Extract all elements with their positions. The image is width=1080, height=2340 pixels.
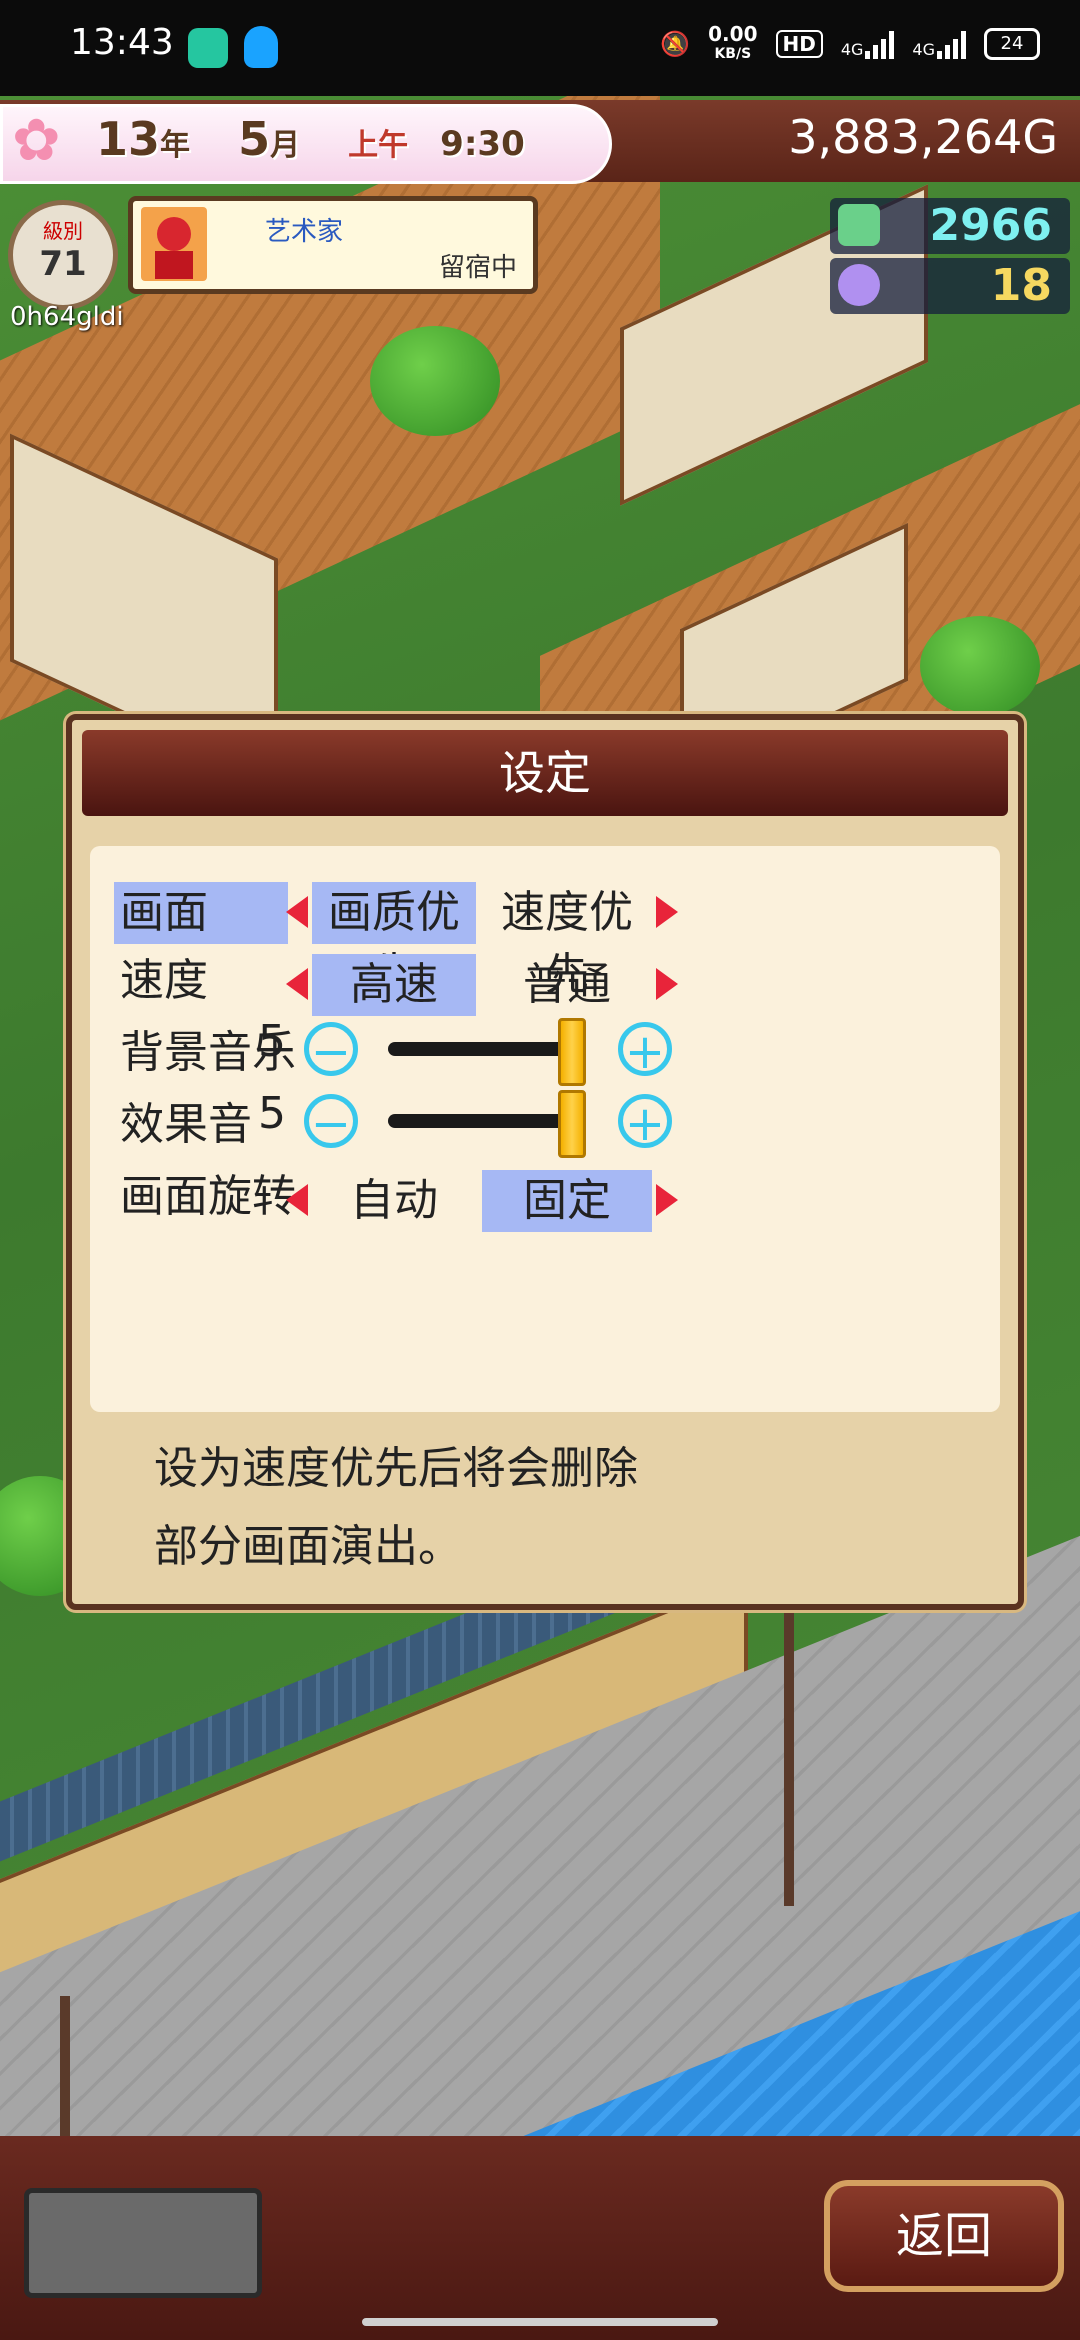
sfx-slider-knob[interactable] — [558, 1090, 586, 1158]
description-line-1: 设为速度优先后将会删除 — [154, 1443, 638, 1494]
speed-left-arrow[interactable] — [286, 968, 308, 1000]
player-name: 0h64gldi — [10, 302, 124, 332]
bath-value: 18 — [990, 260, 1052, 311]
status-bar: 13:43 🔕 0.00 KB/S HD 4G 4G 24 — [0, 0, 1080, 96]
level-label: 級別 — [43, 219, 83, 243]
guest-type: 艺术家 — [265, 217, 344, 247]
sfx-plus-button[interactable]: + — [618, 1094, 672, 1149]
stat-points-box: 2966 — [830, 198, 1070, 254]
screen-left-arrow[interactable] — [286, 896, 308, 928]
year-value: 13 — [96, 112, 161, 166]
bgm-slider-knob[interactable] — [558, 1018, 586, 1086]
row-label-speed: 速度 — [120, 955, 208, 1006]
game-date: 13年 5月 上午 9:30 — [96, 112, 525, 166]
row-label-sfx: 效果音 — [120, 1099, 252, 1150]
pine-tree — [370, 326, 500, 436]
month-value: 5 — [238, 112, 271, 166]
sfx-value: 5 — [258, 1088, 286, 1139]
guest-status: 留宿中 — [438, 253, 517, 283]
dialog-title: 设定 — [499, 746, 591, 800]
network-speed: 0.00 KB/S — [708, 22, 758, 62]
sfx-minus-button[interactable]: − — [304, 1094, 358, 1149]
home-indicator[interactable] — [362, 2318, 718, 2326]
rotation-option-fixed[interactable]: 固定 — [482, 1170, 652, 1232]
level-value: 71 — [39, 244, 87, 284]
row-label-screen: 画面 — [114, 882, 288, 944]
signal-icon-2: 4G — [912, 29, 966, 59]
dialog-title-bar: 设定 — [82, 730, 1008, 816]
points-icon — [838, 204, 880, 246]
street-lamp — [60, 1996, 70, 2136]
status-time: 13:43 — [70, 22, 174, 63]
game-clock: 9:30 — [440, 124, 525, 164]
battery-icon: 24 — [984, 28, 1040, 60]
bgm-minus-button[interactable]: − — [304, 1022, 358, 1077]
street-lamp — [784, 1606, 794, 1906]
row-label-rotation: 画面旋转 — [120, 1171, 296, 1222]
sfx-slider-track[interactable] — [388, 1114, 572, 1128]
bgm-value: 5 — [258, 1016, 286, 1067]
speed-option-fast[interactable]: 高速 — [312, 954, 476, 1016]
screen-option-speed[interactable]: 速度优先 — [482, 882, 652, 1000]
qq-notification-icon — [244, 26, 278, 68]
description-line-2: 部分画面演出。 — [154, 1521, 462, 1572]
guest-portrait — [141, 207, 207, 281]
rotation-left-arrow[interactable] — [286, 1184, 308, 1216]
settings-panel: 画面 画质优先 速度优先 速度 高速 普通 背景音乐 5 − + 效果音 5 −… — [90, 846, 1000, 1412]
app-notification-icon — [188, 28, 228, 68]
pine-tree — [920, 616, 1040, 716]
screen-right-arrow[interactable] — [656, 896, 678, 928]
speed-option-normal[interactable]: 普通 — [482, 954, 652, 1016]
level-badge[interactable]: 級別 71 — [8, 200, 118, 310]
screen-option-quality[interactable]: 画质优先 — [312, 882, 476, 1000]
money-display: 3,883,264G — [788, 110, 1058, 164]
speed-right-arrow[interactable] — [656, 968, 678, 1000]
rotation-right-arrow[interactable] — [656, 1184, 678, 1216]
stat-bath-box: 18 — [830, 258, 1070, 314]
points-value: 2966 — [929, 200, 1052, 251]
guest-card[interactable]: 艺术家 留宿中 — [128, 196, 538, 294]
settings-dialog: 设定 画面 画质优先 速度优先 速度 高速 普通 背景音乐 5 − + 效果音 … — [66, 714, 1024, 1610]
hd-icon: HD — [775, 30, 823, 58]
back-button[interactable]: 返回 — [824, 2180, 1064, 2292]
ampm-label: 上午 — [348, 128, 409, 163]
bottom-bar: 返回 — [0, 2136, 1080, 2340]
sakura-icon: ✿ — [12, 106, 61, 174]
rotation-option-auto[interactable]: 自动 — [312, 1170, 476, 1232]
empty-slot-button[interactable] — [24, 2188, 262, 2298]
signal-icon-1: 4G — [841, 29, 895, 59]
mute-icon: 🔕 — [660, 30, 691, 58]
hot-spring-icon — [838, 264, 880, 306]
bgm-plus-button[interactable]: + — [618, 1022, 672, 1077]
bgm-slider-track[interactable] — [388, 1042, 572, 1056]
